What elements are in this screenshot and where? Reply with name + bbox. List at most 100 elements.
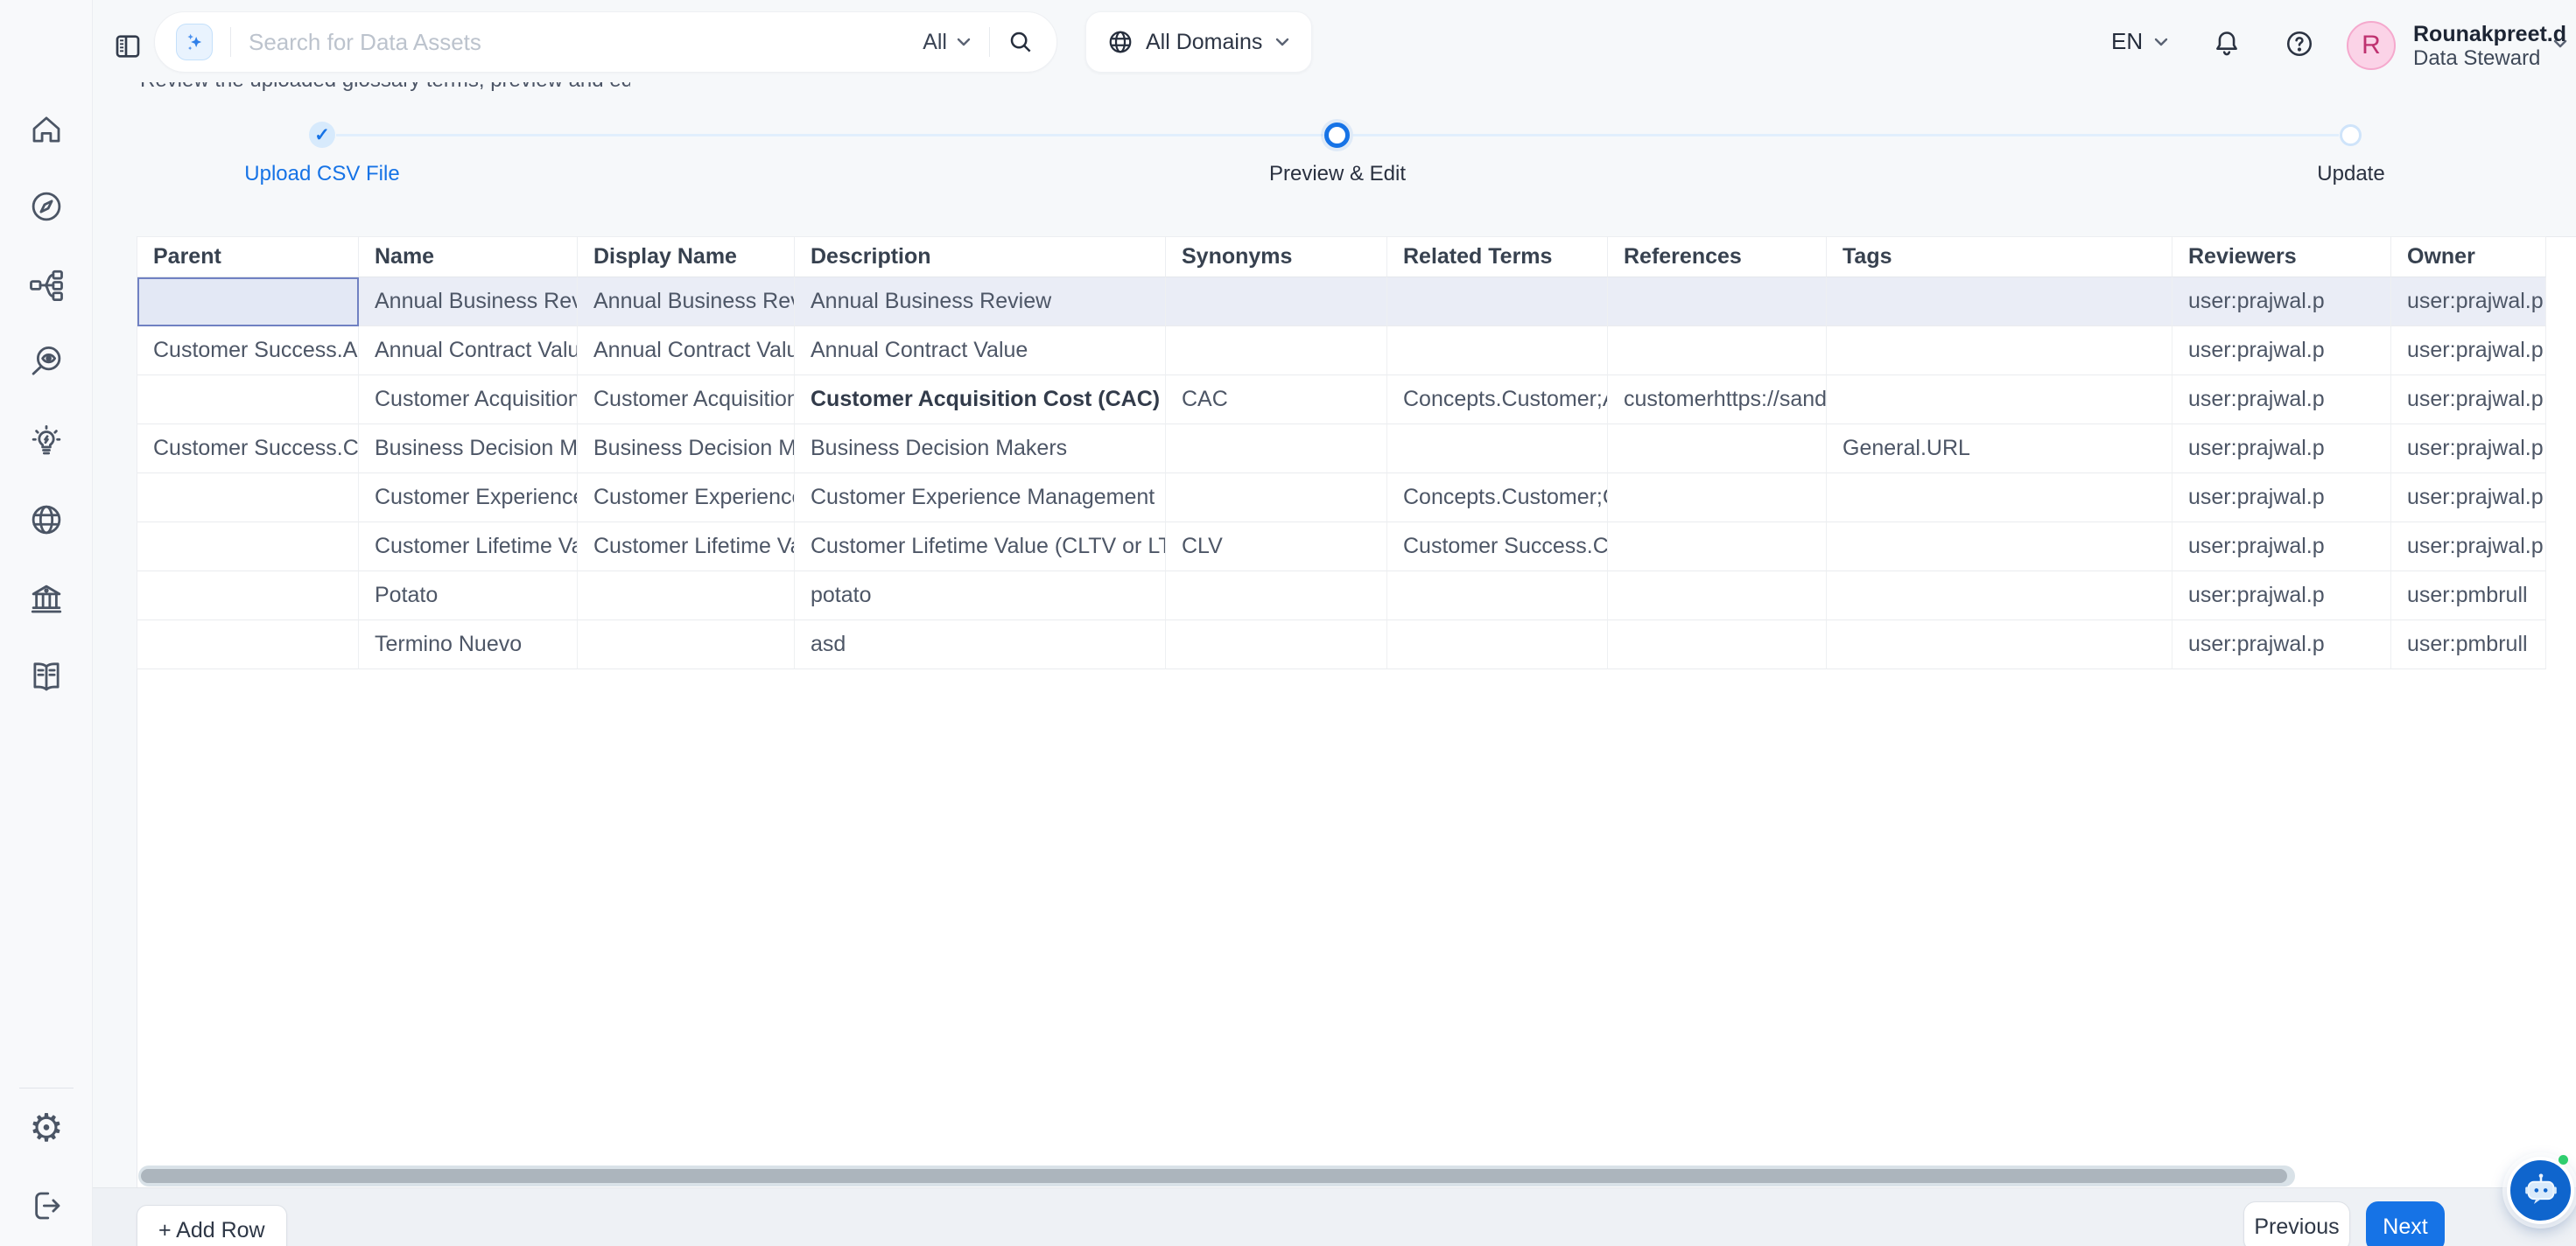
ai-search-button[interactable]	[176, 24, 213, 60]
column-header-parent[interactable]: Parent	[137, 237, 359, 277]
table-cell-r6-display-name[interactable]	[578, 571, 795, 620]
table-cell-r0-parent[interactable]	[137, 277, 359, 326]
language-selector[interactable]: EN	[2111, 28, 2169, 55]
table-cell-r5-related-terms[interactable]: Customer Success.Cu...	[1387, 522, 1608, 571]
table-cell-r7-name[interactable]: Termino Nuevo	[359, 620, 578, 669]
table-cell-r4-reviewers[interactable]: user:prajwal.p	[2172, 473, 2391, 522]
search-icon[interactable]	[1007, 29, 1034, 55]
table-cell-r4-related-terms[interactable]: Concepts.Customer;C...	[1387, 473, 1608, 522]
step-label-upload-csv[interactable]: Upload CSV File	[208, 162, 436, 186]
horizontal-scrollbar-thumb[interactable]	[141, 1169, 2287, 1183]
add-row-button[interactable]: + Add Row	[137, 1205, 287, 1246]
table-cell-r5-name[interactable]: Customer Lifetime Value	[359, 522, 578, 571]
sidebar-item-glossary[interactable]	[27, 657, 66, 696]
table-cell-r1-references[interactable]	[1608, 326, 1827, 375]
sidebar-item-govern[interactable]	[27, 580, 66, 619]
table-cell-r6-owner[interactable]: user:pmbrull	[2391, 571, 2546, 620]
column-header-synonyms[interactable]: Synonyms	[1166, 237, 1387, 277]
table-cell-r6-synonyms[interactable]	[1166, 571, 1387, 620]
chatbot-button[interactable]	[2507, 1157, 2574, 1224]
table-cell-r3-reviewers[interactable]: user:prajwal.p	[2172, 424, 2391, 473]
help-button[interactable]	[2285, 29, 2316, 60]
sidebar-item-home[interactable]	[27, 110, 66, 149]
table-cell-r4-display-name[interactable]: Customer Experience ...	[578, 473, 795, 522]
table-cell-r6-description[interactable]: potato	[795, 571, 1166, 620]
table-cell-r7-display-name[interactable]	[578, 620, 795, 669]
table-cell-r4-description[interactable]: Customer Experience Management	[795, 473, 1166, 522]
table-cell-r1-related-terms[interactable]	[1387, 326, 1608, 375]
table-cell-r5-references[interactable]	[1608, 522, 1827, 571]
table-cell-r3-description[interactable]: Business Decision Makers	[795, 424, 1166, 473]
table-cell-r1-synonyms[interactable]	[1166, 326, 1387, 375]
table-cell-r4-parent[interactable]	[137, 473, 359, 522]
table-cell-r5-description[interactable]: Customer Lifetime Value (CLTV or LTV) i.…	[795, 522, 1166, 571]
table-cell-r2-tags[interactable]	[1827, 375, 2172, 424]
table-cell-r3-owner[interactable]: user:prajwal.p	[2391, 424, 2546, 473]
table-cell-r2-synonyms[interactable]: CAC	[1166, 375, 1387, 424]
table-cell-r2-references[interactable]: customerhttps://sandb...	[1608, 375, 1827, 424]
table-cell-r6-name[interactable]: Potato	[359, 571, 578, 620]
table-cell-r5-owner[interactable]: user:prajwal.p	[2391, 522, 2546, 571]
table-cell-r2-display-name[interactable]: Customer Acquisition ...	[578, 375, 795, 424]
table-cell-r3-related-terms[interactable]	[1387, 424, 1608, 473]
table-cell-r0-related-terms[interactable]	[1387, 277, 1608, 326]
table-cell-r4-owner[interactable]: user:prajwal.p	[2391, 473, 2546, 522]
table-cell-r2-owner[interactable]: user:prajwal.p	[2391, 375, 2546, 424]
table-cell-r7-parent[interactable]	[137, 620, 359, 669]
column-header-owner[interactable]: Owner	[2391, 237, 2546, 277]
table-cell-r0-synonyms[interactable]	[1166, 277, 1387, 326]
column-header-description[interactable]: Description	[795, 237, 1166, 277]
sidebar-item-lineage[interactable]	[27, 266, 66, 304]
table-cell-r5-tags[interactable]	[1827, 522, 2172, 571]
table-cell-r4-name[interactable]: Customer Experience ...	[359, 473, 578, 522]
table-cell-r4-synonyms[interactable]	[1166, 473, 1387, 522]
table-cell-r6-references[interactable]	[1608, 571, 1827, 620]
horizontal-scrollbar-track[interactable]	[138, 1166, 2295, 1186]
sidebar-item-observability[interactable]	[27, 343, 66, 382]
column-header-tags[interactable]: Tags	[1827, 237, 2172, 277]
search-scope-dropdown[interactable]: All	[923, 30, 972, 55]
column-header-references[interactable]: References	[1608, 237, 1827, 277]
column-header-name[interactable]: Name	[359, 237, 578, 277]
search-input[interactable]: Search for Data Assets	[249, 29, 481, 56]
table-cell-r7-reviewers[interactable]: user:prajwal.p	[2172, 620, 2391, 669]
table-cell-r6-related-terms[interactable]	[1387, 571, 1608, 620]
table-cell-r2-parent[interactable]	[137, 375, 359, 424]
table-cell-r0-description[interactable]: Annual Business Review	[795, 277, 1166, 326]
table-cell-r2-related-terms[interactable]: Concepts.Customer;A...	[1387, 375, 1608, 424]
user-menu-chevron-icon[interactable]	[2552, 38, 2568, 49]
table-cell-r1-display-name[interactable]: Annual Contract Value ...	[578, 326, 795, 375]
sidebar-item-settings[interactable]: ⚙	[27, 1110, 66, 1148]
sidebar-item-logout[interactable]	[27, 1186, 66, 1225]
previous-button[interactable]: Previous	[2243, 1201, 2350, 1246]
table-cell-r1-owner[interactable]: user:prajwal.p	[2391, 326, 2546, 375]
sidebar-item-explore[interactable]	[27, 187, 66, 226]
table-cell-r2-description[interactable]: Customer Acquisition Cost (CAC) is a ...	[795, 375, 1166, 424]
table-cell-r1-parent[interactable]: Customer Success.An...	[137, 326, 359, 375]
sidebar-item-insights[interactable]	[27, 422, 66, 460]
table-cell-r1-name[interactable]: Annual Contract Value	[359, 326, 578, 375]
column-header-reviewers[interactable]: Reviewers	[2172, 237, 2391, 277]
table-cell-r1-description[interactable]: Annual Contract Value	[795, 326, 1166, 375]
user-avatar[interactable]: R	[2347, 21, 2396, 70]
table-cell-r3-tags[interactable]: General.URL	[1827, 424, 2172, 473]
table-cell-r3-synonyms[interactable]	[1166, 424, 1387, 473]
table-cell-r4-references[interactable]	[1608, 473, 1827, 522]
table-cell-r1-reviewers[interactable]: user:prajwal.p	[2172, 326, 2391, 375]
table-cell-r6-reviewers[interactable]: user:prajwal.p	[2172, 571, 2391, 620]
table-cell-r5-parent[interactable]	[137, 522, 359, 571]
table-cell-r7-description[interactable]: asd	[795, 620, 1166, 669]
global-search-bar[interactable]: Search for Data Assets All	[154, 11, 1057, 73]
table-cell-r0-name[interactable]: Annual Business Review	[359, 277, 578, 326]
table-cell-r7-synonyms[interactable]	[1166, 620, 1387, 669]
table-cell-r7-tags[interactable]	[1827, 620, 2172, 669]
domains-filter-button[interactable]: All Domains	[1085, 11, 1312, 73]
table-cell-r5-synonyms[interactable]: CLV	[1166, 522, 1387, 571]
table-cell-r0-references[interactable]	[1608, 277, 1827, 326]
table-cell-r0-reviewers[interactable]: user:prajwal.p	[2172, 277, 2391, 326]
table-cell-r0-display-name[interactable]: Annual Business Revie...	[578, 277, 795, 326]
table-cell-r3-name[interactable]: Business Decision Ma...	[359, 424, 578, 473]
user-menu[interactable]: Rounakpreet.d Data Steward	[2413, 23, 2566, 70]
notifications-button[interactable]	[2212, 29, 2243, 60]
table-cell-r0-tags[interactable]	[1827, 277, 2172, 326]
